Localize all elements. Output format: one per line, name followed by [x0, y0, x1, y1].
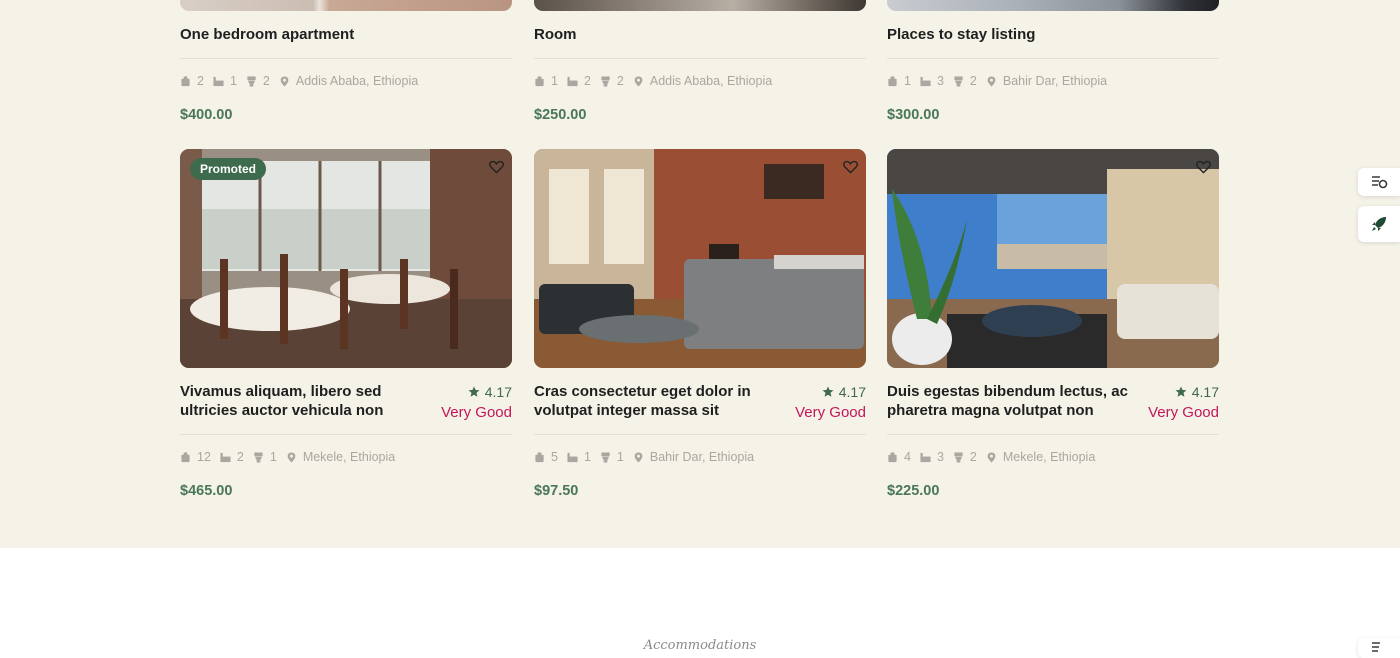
- star-icon: [822, 386, 834, 397]
- restaurant-photo: [180, 149, 512, 368]
- bedroom-photo: [534, 149, 866, 368]
- divider: [180, 434, 512, 435]
- baths-count: 1: [583, 450, 591, 464]
- rating-label: Very Good: [795, 404, 866, 421]
- bath-icon: [567, 452, 578, 462]
- rating: 4.17 Very Good: [795, 384, 866, 421]
- rating-score: 4.17: [795, 384, 866, 400]
- terrace-photo: [887, 149, 1219, 368]
- listing-card[interactable]: Duis egestas bibendum lectus, ac pharetr…: [887, 0, 1219, 548]
- location-pin-icon: [634, 451, 643, 463]
- baths-count: 2: [236, 450, 244, 464]
- star-icon: [1175, 386, 1187, 397]
- price: $97.50: [534, 483, 579, 499]
- toilet-icon: [954, 451, 963, 463]
- rating-label: Very Good: [441, 404, 512, 421]
- toilets-count: 1: [616, 450, 624, 464]
- heart-icon[interactable]: [489, 160, 504, 174]
- listing-image[interactable]: Promoted: [180, 149, 512, 368]
- toilet-icon: [601, 451, 610, 463]
- listing-title[interactable]: Duis egestas bibendum lectus, ac pharetr…: [887, 382, 1137, 420]
- location-text: Mekele, Ethiopia: [302, 450, 396, 464]
- listing-title[interactable]: Vivamus aliquam, libero sed ultricies au…: [180, 382, 430, 420]
- rating-score: 4.17: [441, 384, 512, 400]
- bed-icon: [888, 451, 897, 462]
- boost-button[interactable]: [1358, 206, 1400, 242]
- star-icon: [468, 386, 480, 397]
- price: $465.00: [180, 483, 233, 499]
- rating: 4.17 Very Good: [1148, 384, 1219, 421]
- listing-meta: 5 1 1 Bahir Dar, Ethiopia: [534, 450, 754, 464]
- price: $225.00: [887, 483, 940, 499]
- divider: [887, 434, 1219, 435]
- listing-image[interactable]: [534, 149, 866, 368]
- listing-card[interactable]: Promoted Vivamus aliquam, libero sed ult…: [180, 0, 512, 548]
- listing-image[interactable]: [887, 149, 1219, 368]
- rating-value: 4.17: [484, 384, 512, 400]
- beds-count: 4: [904, 450, 911, 464]
- location-text: Mekele, Ethiopia: [1002, 450, 1096, 464]
- section-label: Accommodations: [643, 638, 757, 653]
- heart-icon[interactable]: [843, 160, 858, 174]
- location-pin-icon: [987, 451, 996, 463]
- beds-count: 12: [197, 450, 211, 464]
- rating-label: Very Good: [1148, 404, 1219, 421]
- heart-icon[interactable]: [1196, 160, 1211, 174]
- toilets-count: 2: [969, 450, 977, 464]
- location-text: Bahir Dar, Ethiopia: [649, 450, 755, 464]
- bath-icon: [920, 452, 931, 462]
- rating-score: 4.17: [1148, 384, 1219, 400]
- location-pin-icon: [287, 451, 296, 463]
- rocket-icon: [1372, 217, 1386, 231]
- rating: 4.17 Very Good: [441, 384, 512, 421]
- bed-icon: [181, 451, 190, 462]
- bed-icon: [535, 451, 544, 462]
- compare-icon: [1372, 176, 1388, 189]
- toilets-count: 1: [269, 450, 277, 464]
- listing-meta: 12 2 1 Mekele, Ethiopia: [180, 450, 395, 464]
- listing-meta: 4 3 2 Mekele, Ethiopia: [887, 450, 1095, 464]
- rating-value: 4.17: [1191, 384, 1219, 400]
- listing-card[interactable]: Cras consectetur eget dolor in volutpat …: [534, 0, 866, 548]
- compare-button[interactable]: [1358, 168, 1400, 196]
- bath-icon: [220, 452, 231, 462]
- divider: [534, 434, 866, 435]
- toilet-icon: [254, 451, 263, 463]
- listing-title[interactable]: Cras consectetur eget dolor in volutpat …: [534, 382, 784, 420]
- beds-count: 5: [551, 450, 558, 464]
- promoted-badge: Promoted: [190, 158, 267, 180]
- rating-value: 4.17: [838, 384, 866, 400]
- baths-count: 3: [936, 450, 944, 464]
